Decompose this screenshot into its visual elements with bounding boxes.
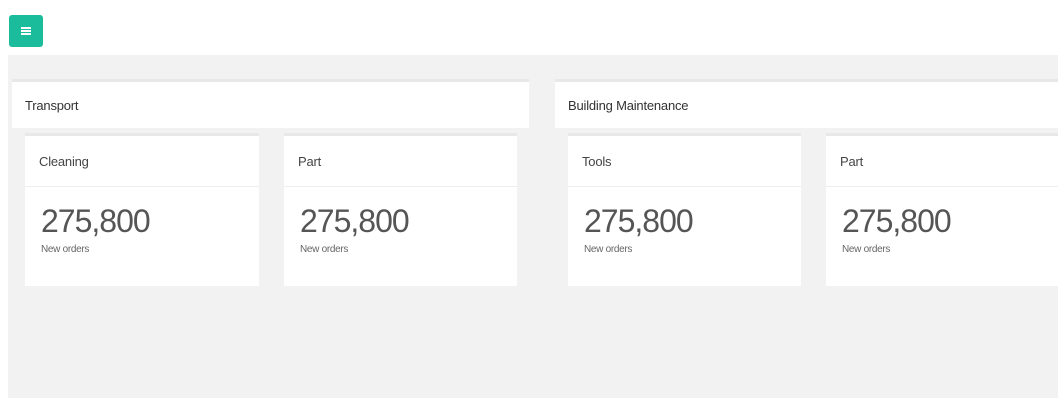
card-value: 275,800 [41,203,151,239]
card-title: Part [826,136,1058,187]
card-title: Tools [568,136,801,187]
menu-toggle-button[interactable] [9,15,43,47]
card-label: New orders [300,244,349,255]
card-title: Cleaning [25,136,259,187]
hamburger-icon [21,27,31,35]
card-value: 275,800 [842,203,952,239]
group-header-building-maintenance: Building Maintenance [555,79,1058,128]
dashboard-content: Transport Cleaning 275,800 New orders Pa… [8,55,1058,398]
stat-card-tools: Tools 275,800 New orders [568,133,801,286]
stat-card-part: Part 275,800 New orders [826,133,1058,286]
card-label: New orders [41,244,90,255]
card-value: 275,800 [300,203,410,239]
card-value: 275,800 [584,203,694,239]
card-title: Part [284,136,517,187]
group-header-transport: Transport [12,79,529,128]
card-label: New orders [842,244,891,255]
card-label: New orders [584,244,633,255]
stat-card-cleaning: Cleaning 275,800 New orders [25,133,259,286]
stat-card-part: Part 275,800 New orders [284,133,517,286]
